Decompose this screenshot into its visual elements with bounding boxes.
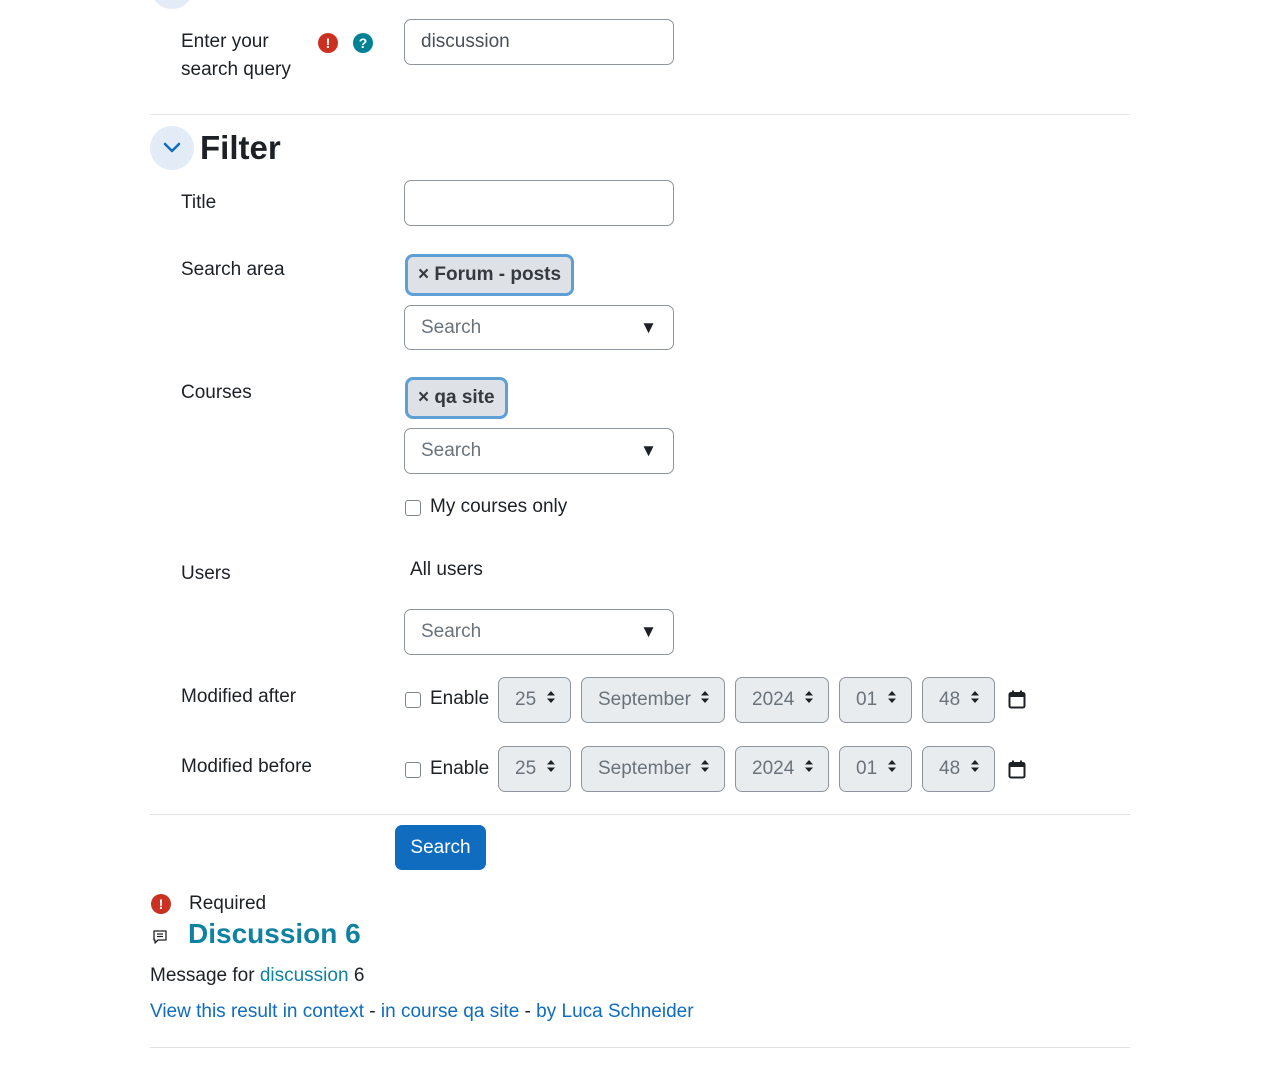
day-value: 25	[515, 689, 537, 710]
modified-after-month-select[interactable]: September	[581, 677, 725, 723]
dropdown-arrow-icon: ▼	[640, 441, 657, 460]
result-links: View this result in context - in course …	[150, 998, 694, 1026]
view-in-context-link[interactable]: View this result in context	[150, 1001, 364, 1022]
course-link[interactable]: in course qa site	[381, 1001, 519, 1022]
sort-icon	[887, 678, 897, 722]
modified-before-label: Modified before	[181, 756, 312, 777]
search-area-chip[interactable]: × Forum - posts	[405, 254, 575, 296]
required-icon: !	[151, 894, 171, 914]
result-title-link[interactable]: Discussion 6	[188, 918, 361, 950]
sort-icon	[804, 678, 814, 722]
forum-post-icon	[153, 930, 167, 944]
required-icon: !	[318, 33, 338, 53]
modified-before-month-select[interactable]: September	[581, 746, 725, 792]
divider	[150, 114, 1130, 115]
search-area-placeholder: Search	[421, 317, 482, 338]
users-select[interactable]: Search ▼	[404, 609, 674, 655]
sort-icon	[970, 678, 980, 722]
modified-after-label: Modified after	[181, 686, 297, 707]
courses-chip[interactable]: × qa site	[405, 377, 508, 419]
modified-after-enable-checkbox[interactable]	[405, 692, 421, 708]
year-value: 2024	[752, 758, 795, 779]
users-value: All users	[410, 559, 483, 580]
result-message-prefix: Message for	[150, 965, 260, 986]
result-message-highlight[interactable]: discussion	[260, 965, 349, 986]
minute-value: 48	[939, 758, 961, 779]
chevron-down-icon	[163, 142, 181, 153]
modified-before-enable-label[interactable]: Enable	[430, 755, 489, 783]
search-query-label: Enter your search query	[181, 31, 291, 80]
month-value: September	[598, 689, 691, 710]
hour-value: 01	[856, 758, 878, 779]
users-label: Users	[181, 563, 231, 584]
courses-select[interactable]: Search ▼	[404, 428, 674, 474]
divider	[150, 1047, 1130, 1048]
result-message: Message for discussion 6	[150, 962, 364, 990]
modified-after-minute-select[interactable]: 48	[922, 677, 995, 723]
my-courses-checkbox[interactable]	[405, 500, 421, 516]
modified-before-day-select[interactable]: 25	[498, 746, 571, 792]
search-query-input[interactable]: discussion	[404, 19, 674, 65]
sort-icon	[546, 678, 556, 722]
modified-after-day-select[interactable]: 25	[498, 677, 571, 723]
separator: -	[519, 1001, 537, 1022]
dropdown-arrow-icon: ▼	[640, 318, 657, 337]
month-value: September	[598, 758, 691, 779]
divider	[150, 814, 1130, 815]
separator: -	[364, 1001, 381, 1022]
users-placeholder: Search	[421, 621, 482, 642]
modified-after-hour-select[interactable]: 01	[839, 677, 912, 723]
year-value: 2024	[752, 689, 795, 710]
result-message-suffix: 6	[348, 965, 365, 986]
sort-icon	[700, 678, 710, 722]
filter-toggle-button[interactable]	[150, 126, 194, 170]
search-area-select[interactable]: Search ▼	[404, 305, 674, 350]
modified-after-enable-label[interactable]: Enable	[430, 685, 489, 713]
modified-before-minute-select[interactable]: 48	[922, 746, 995, 792]
hour-value: 01	[856, 689, 878, 710]
calendar-icon[interactable]	[1008, 760, 1026, 779]
title-input[interactable]	[404, 180, 674, 226]
sort-icon	[546, 747, 556, 791]
my-courses-label[interactable]: My courses only	[430, 493, 567, 521]
modified-before-year-select[interactable]: 2024	[735, 746, 829, 792]
search-submit-button[interactable]: Search	[395, 825, 486, 870]
modified-after-year-select[interactable]: 2024	[735, 677, 829, 723]
day-value: 25	[515, 758, 537, 779]
title-label: Title	[181, 192, 217, 213]
dropdown-arrow-icon: ▼	[640, 622, 657, 641]
required-legend-label: Required	[189, 893, 267, 914]
sort-icon	[970, 747, 980, 791]
modified-before-hour-select[interactable]: 01	[839, 746, 912, 792]
courses-placeholder: Search	[421, 440, 482, 461]
section-toggle-partial[interactable]	[150, 0, 194, 9]
help-icon[interactable]: ?	[353, 33, 373, 53]
calendar-icon[interactable]	[1008, 690, 1026, 709]
filter-heading: Filter	[200, 129, 281, 166]
search-area-label: Search area	[181, 259, 285, 280]
user-link[interactable]: by Luca Schneider	[536, 1001, 693, 1022]
minute-value: 48	[939, 689, 961, 710]
modified-before-enable-checkbox[interactable]	[405, 762, 421, 778]
courses-label: Courses	[181, 382, 252, 403]
sort-icon	[804, 747, 814, 791]
sort-icon	[887, 747, 897, 791]
sort-icon	[700, 747, 710, 791]
